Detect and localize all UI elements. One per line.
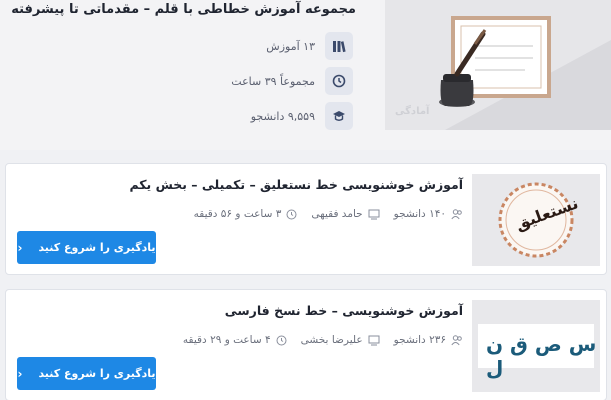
users-icon xyxy=(451,208,462,219)
stat-total-hours-text: مجموعاً ۳۹ ساعت xyxy=(231,74,315,88)
duration-text: ۴ ساعت و ۲۹ دقیقه xyxy=(182,334,271,346)
course-card[interactable]: س ص ق ن ل آموزش خوشنویسی – خط نسخ فارسی … xyxy=(5,289,607,400)
clock-icon xyxy=(286,209,297,219)
clock-icon xyxy=(276,335,287,345)
duration-meta: ۴ ساعت و ۲۹ دقیقه xyxy=(183,334,287,346)
stat-students: ۹,۵۵۹ دانشجو xyxy=(251,102,353,130)
stat-course-count-text: ۱۳ آموزش xyxy=(266,39,315,53)
teacher-meta: علیرضا بخشی xyxy=(301,334,380,346)
students-count: ۲۳۶ دانشجو xyxy=(393,334,446,346)
teacher-icon xyxy=(368,209,380,219)
stat-total-hours: مجموعاً ۳۹ ساعت xyxy=(231,67,353,95)
teacher-name[interactable]: علیرضا بخشی xyxy=(301,334,363,346)
course-thumbnail[interactable]: نستعلیق xyxy=(472,174,600,266)
chevron-left-icon: ‹ xyxy=(17,240,23,255)
duration-meta: ۳ ساعت و ۵۶ دقیقه xyxy=(194,208,298,220)
thumbnail-caption: س ص ق ن ل xyxy=(486,332,597,380)
teacher-icon xyxy=(368,335,380,345)
collection-card[interactable]: آمادگی مجموعه آموزش خطاطی با قلم – مقدما… xyxy=(0,0,611,150)
course-meta: ۱۴۰ دانشجو حامد فقیهی ۳ ساعت و ۵۶ دقیقه xyxy=(194,208,463,220)
teacher-name[interactable]: حامد فقیهی xyxy=(311,208,362,220)
clock-icon xyxy=(325,67,353,95)
stat-course-count: ۱۳ آموزش xyxy=(266,32,353,60)
stat-students-text: ۹,۵۵۹ دانشجو xyxy=(250,109,315,123)
start-learning-button[interactable]: یادگیری را شروع کنید ‹ xyxy=(17,231,156,264)
course-thumbnail[interactable]: س ص ق ن ل xyxy=(472,300,600,392)
graduation-icon xyxy=(325,102,353,130)
duration-text: ۳ ساعت و ۵۶ دقیقه xyxy=(193,208,282,220)
users-icon xyxy=(451,334,462,345)
books-icon xyxy=(325,32,353,60)
students-count: ۱۴۰ دانشجو xyxy=(393,208,446,220)
course-title[interactable]: آموزش خوشنویسی – خط نسخ فارسی xyxy=(225,303,463,318)
chevron-left-icon: ‹ xyxy=(17,366,23,381)
course-meta: ۲۳۶ دانشجو علیرضا بخشی ۴ ساعت و ۲۹ دقیقه xyxy=(183,334,463,346)
students-meta: ۱۴۰ دانشجو xyxy=(394,208,463,220)
start-learning-button[interactable]: یادگیری را شروع کنید ‹ xyxy=(17,357,156,390)
students-meta: ۲۳۶ دانشجو xyxy=(394,334,463,346)
start-learning-label: یادگیری را شروع کنید xyxy=(38,367,156,380)
course-card[interactable]: نستعلیق آموزش خوشنویسی خط نستعلیق – تکمی… xyxy=(5,163,607,275)
start-learning-label: یادگیری را شروع کنید xyxy=(38,241,156,254)
collection-title[interactable]: مجموعه آموزش خطاطی با قلم – مقدماتی تا پ… xyxy=(11,2,356,17)
collection-thumbnail[interactable]: آمادگی xyxy=(385,0,611,130)
course-title[interactable]: آموزش خوشنویسی خط نستعلیق – تکمیلی – بخش… xyxy=(129,177,463,192)
teacher-meta: حامد فقیهی xyxy=(311,208,380,220)
watermark-text: آمادگی xyxy=(395,106,430,117)
